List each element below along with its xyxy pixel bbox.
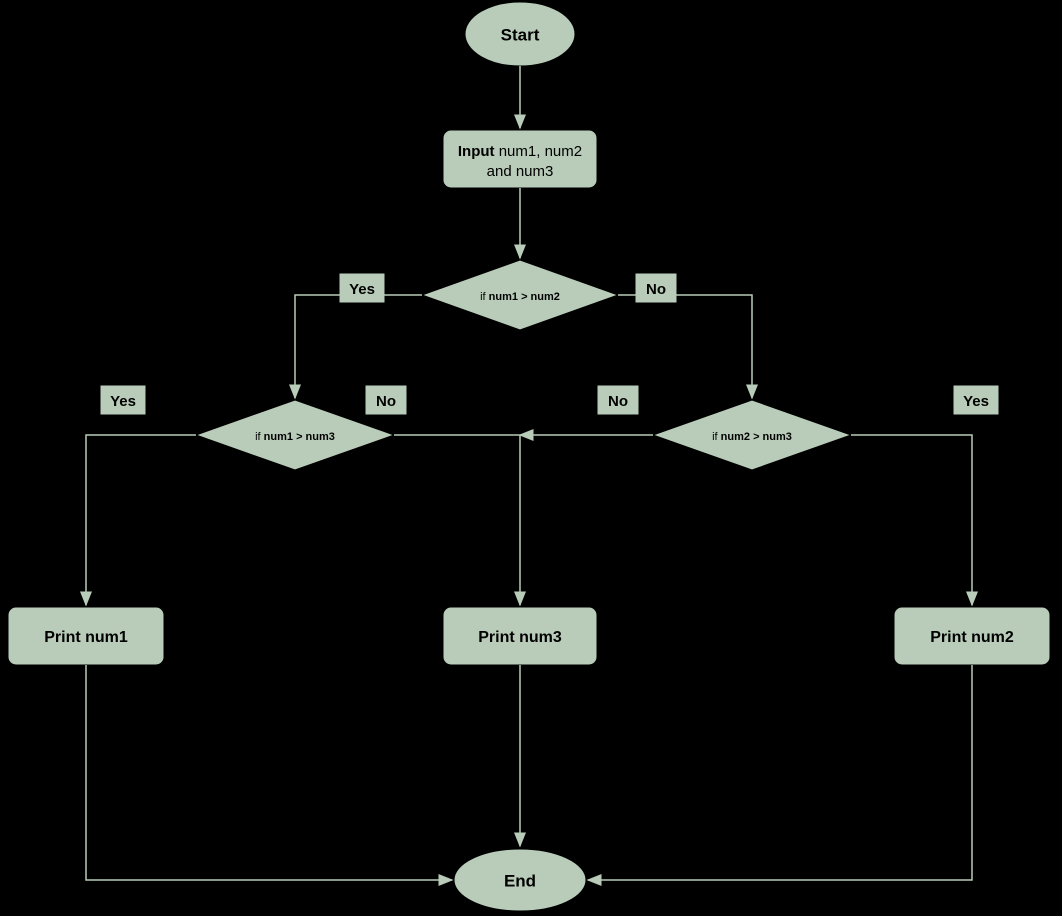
arrow-decision2-yes [86, 435, 196, 605]
print-num3-label: Print num3 [478, 629, 562, 646]
decision3-no-label: No [608, 393, 628, 410]
end-label: End [504, 871, 536, 890]
print-num2-label: Print num2 [930, 629, 1014, 646]
decision-3-text: if num2 > num3 [712, 431, 792, 443]
decision-1-text: if num1 > num2 [480, 291, 560, 303]
input-text-line1: Input num1, num2 [458, 143, 582, 160]
arrow-decision1-yes [295, 295, 422, 398]
arrow-decision3-yes [851, 435, 972, 605]
input-text-line2: and num3 [487, 163, 554, 180]
arrow-decision2-no [394, 435, 520, 605]
decision3-yes-label: Yes [963, 393, 989, 410]
decision-2-text: if num1 > num3 [255, 431, 335, 443]
print-num1-label: Print num1 [44, 629, 128, 646]
decision2-yes-label: Yes [110, 393, 136, 410]
decision2-no-label: No [376, 393, 396, 410]
start-label: Start [501, 25, 540, 44]
arrow-decision1-no [618, 295, 752, 398]
arrow-print1-to-end [86, 665, 452, 880]
arrow-print2-to-end [588, 665, 972, 880]
flowchart-canvas: Start Input num1, num2 and num3 if num1 … [0, 0, 1062, 911]
